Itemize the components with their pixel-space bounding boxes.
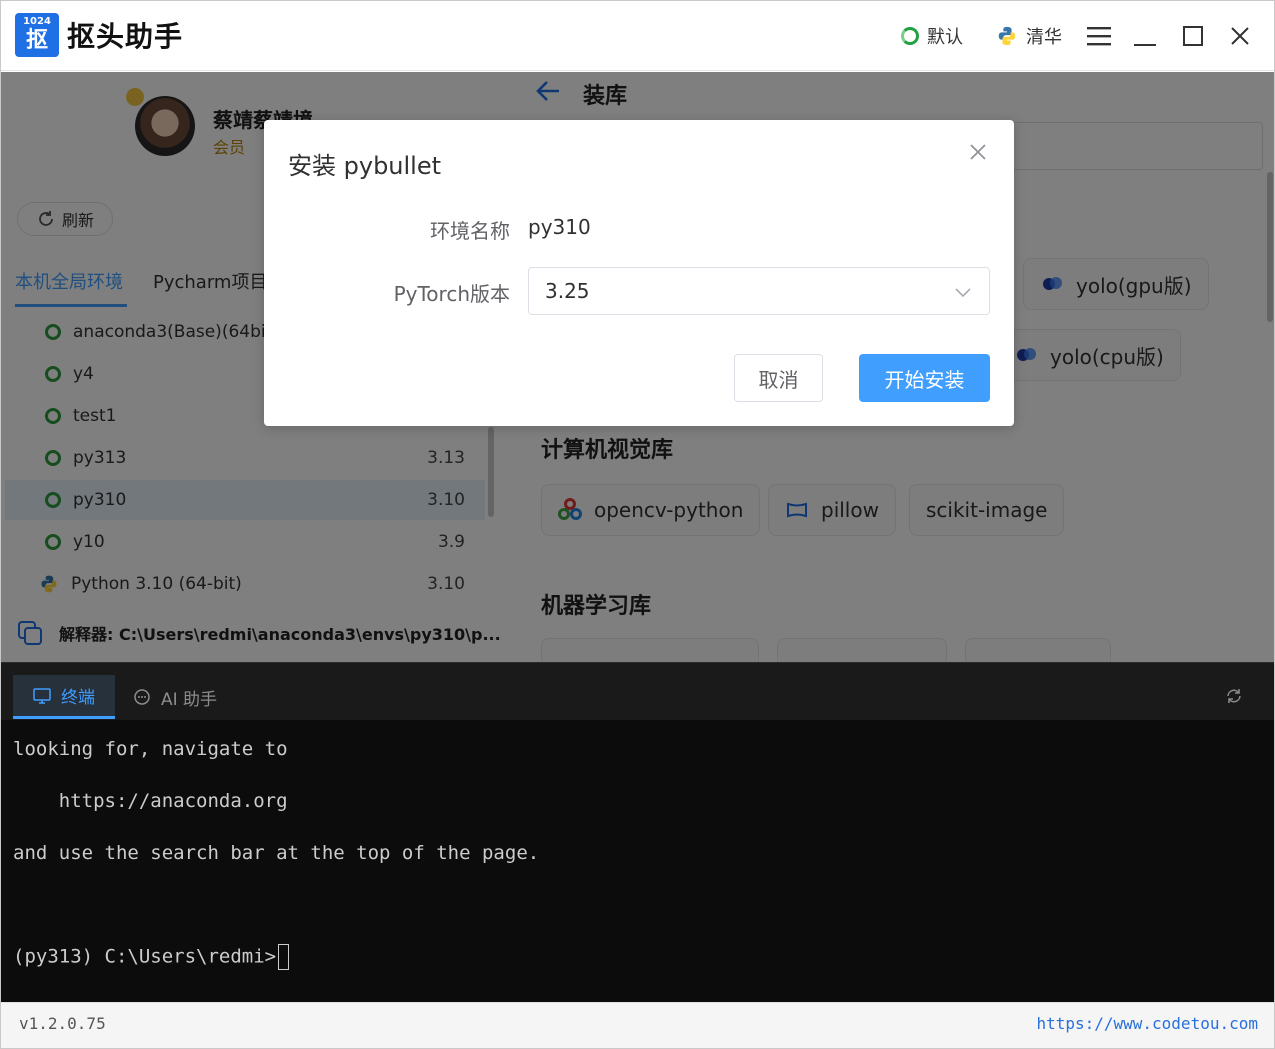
cancel-button[interactable]: 取消 (734, 354, 823, 402)
python-icon (998, 26, 1016, 46)
install-dialog: 安装 pybullet 环境名称 py310 PyTorch版本 3.25 取消… (264, 120, 1014, 426)
env-name-value: py310 (528, 215, 591, 239)
monitor-icon (33, 687, 51, 704)
tab-terminal[interactable]: 终端 (13, 675, 115, 719)
close-icon (1231, 27, 1249, 45)
mirror-tsinghua-button[interactable]: 清华 (996, 23, 1062, 49)
terminal-prompt-text: (py313) C:\Users\redmi> (13, 945, 277, 968)
mirror-default-label: 默认 (927, 27, 963, 48)
mirror-default-button[interactable]: 默认 (901, 23, 963, 49)
hamburger-icon (1087, 27, 1111, 46)
tab-ai-assistant[interactable]: AI 助手 (133, 675, 217, 719)
env-name-label: 环境名称 (430, 219, 510, 243)
app-version: v1.2.0.75 (19, 1014, 106, 1033)
minimize-icon (1134, 44, 1156, 46)
menu-button[interactable] (1084, 21, 1114, 51)
terminal-prompt: (py313) C:\Users\redmi> (13, 944, 290, 970)
chevron-down-icon (955, 288, 971, 298)
chat-bubble-icon (134, 689, 150, 705)
terminal-cursor (278, 944, 290, 970)
version-select[interactable]: 3.25 (528, 267, 990, 315)
status-ring-icon (901, 27, 919, 45)
maximize-icon (1183, 26, 1203, 46)
maximize-button[interactable] (1178, 21, 1208, 51)
app-title: 抠头助手 (67, 20, 184, 53)
terminal-line: https://anaconda.org (13, 790, 288, 812)
mirror-tsinghua-label: 清华 (1026, 27, 1062, 48)
logo-number: 1024 (23, 16, 51, 27)
dialog-title: 安装 pybullet (288, 152, 442, 180)
app-window: 1024 抠 抠头助手 默认 清华 安装 pybullet 环境名称 py310… (0, 0, 1275, 1049)
logo-char: 抠 (25, 28, 48, 53)
close-window-button[interactable] (1225, 21, 1255, 51)
website-link[interactable]: https://www.codetou.com (1036, 1014, 1258, 1033)
terminal-line: and use the search bar at the top of the… (13, 842, 540, 864)
terminal-tabs: 终端 AI 助手 (1, 662, 1274, 720)
terminal-output[interactable]: looking for, navigate to https://anacond… (1, 720, 1274, 1002)
close-icon[interactable] (968, 142, 988, 162)
title-bar: 1024 抠 抠头助手 默认 清华 (1, 1, 1274, 71)
status-bar: v1.2.0.75 https://www.codetou.com (1, 1002, 1274, 1048)
start-install-button[interactable]: 开始安装 (859, 354, 990, 402)
app-logo: 1024 抠 (15, 13, 59, 57)
tab-terminal-label: 终端 (61, 688, 95, 708)
reload-icon[interactable] (1225, 687, 1243, 705)
version-label: PyTorch版本 (393, 282, 510, 306)
terminal-line: looking for, navigate to (13, 738, 288, 760)
version-select-value: 3.25 (545, 279, 590, 303)
minimize-button[interactable] (1130, 21, 1160, 51)
tab-ai-label: AI 助手 (161, 689, 218, 710)
